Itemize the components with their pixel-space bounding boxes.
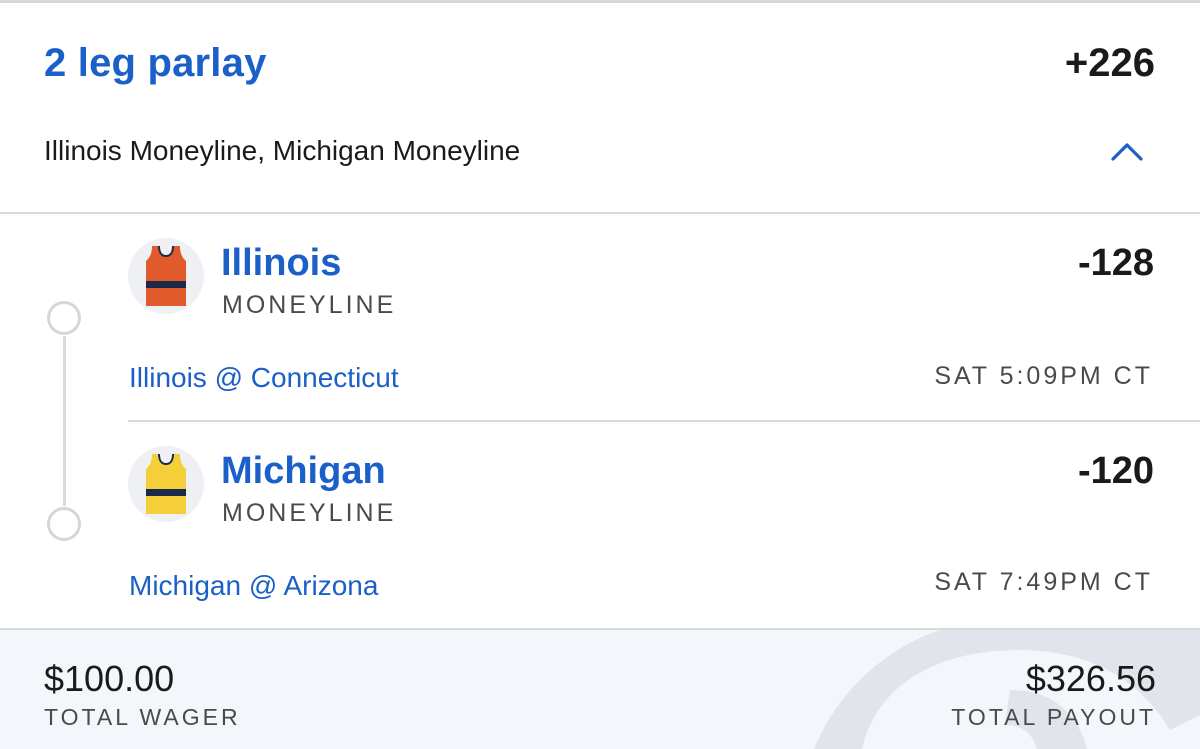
jersey-icon — [128, 238, 204, 314]
leg-michigan[interactable]: Michigan MONEYLINE -120 Michigan @ Arizo… — [128, 436, 1200, 626]
team-name: Illinois — [221, 242, 342, 284]
total-payout-amount: $326.56 — [1025, 658, 1156, 699]
chevron-up-icon — [1111, 143, 1143, 161]
timeline-node — [47, 507, 81, 541]
market-type: MONEYLINE — [222, 499, 397, 527]
leg-illinois[interactable]: Illinois MONEYLINE -128 Illinois @ Conne… — [128, 228, 1200, 420]
market-type: MONEYLINE — [222, 291, 397, 319]
leg-odds: -128 — [1077, 242, 1154, 284]
game-time: SAT 7:49PM CT — [934, 568, 1153, 596]
total-wager-amount: $100.00 — [44, 658, 175, 699]
timeline-line — [63, 336, 66, 506]
game-time: SAT 5:09PM CT — [934, 362, 1153, 390]
parlay-odds: +226 — [1064, 41, 1155, 85]
matchup-link[interactable]: Illinois @ Connecticut — [129, 362, 399, 394]
total-wager-label: TOTAL WAGER — [44, 704, 241, 730]
leg-odds: -120 — [1077, 450, 1154, 492]
total-payout-label: TOTAL PAYOUT — [951, 704, 1156, 730]
bet-totals-footer: $100.00 TOTAL WAGER $326.56 TOTAL PAYOUT — [0, 628, 1200, 749]
jersey-icon — [128, 446, 204, 522]
parlay-header[interactable]: 2 leg parlay +226 Illinois Moneyline, Mi… — [0, 3, 1200, 213]
matchup-link[interactable]: Michigan @ Arizona — [129, 570, 378, 602]
leg-divider — [128, 420, 1200, 422]
timeline-node — [47, 301, 81, 335]
header-divider — [0, 212, 1200, 214]
parlay-summary: Illinois Moneyline, Michigan Moneyline — [44, 135, 521, 166]
parlay-title: 2 leg parlay — [44, 41, 267, 85]
team-name: Michigan — [221, 450, 386, 492]
collapse-button[interactable] — [1104, 131, 1150, 171]
